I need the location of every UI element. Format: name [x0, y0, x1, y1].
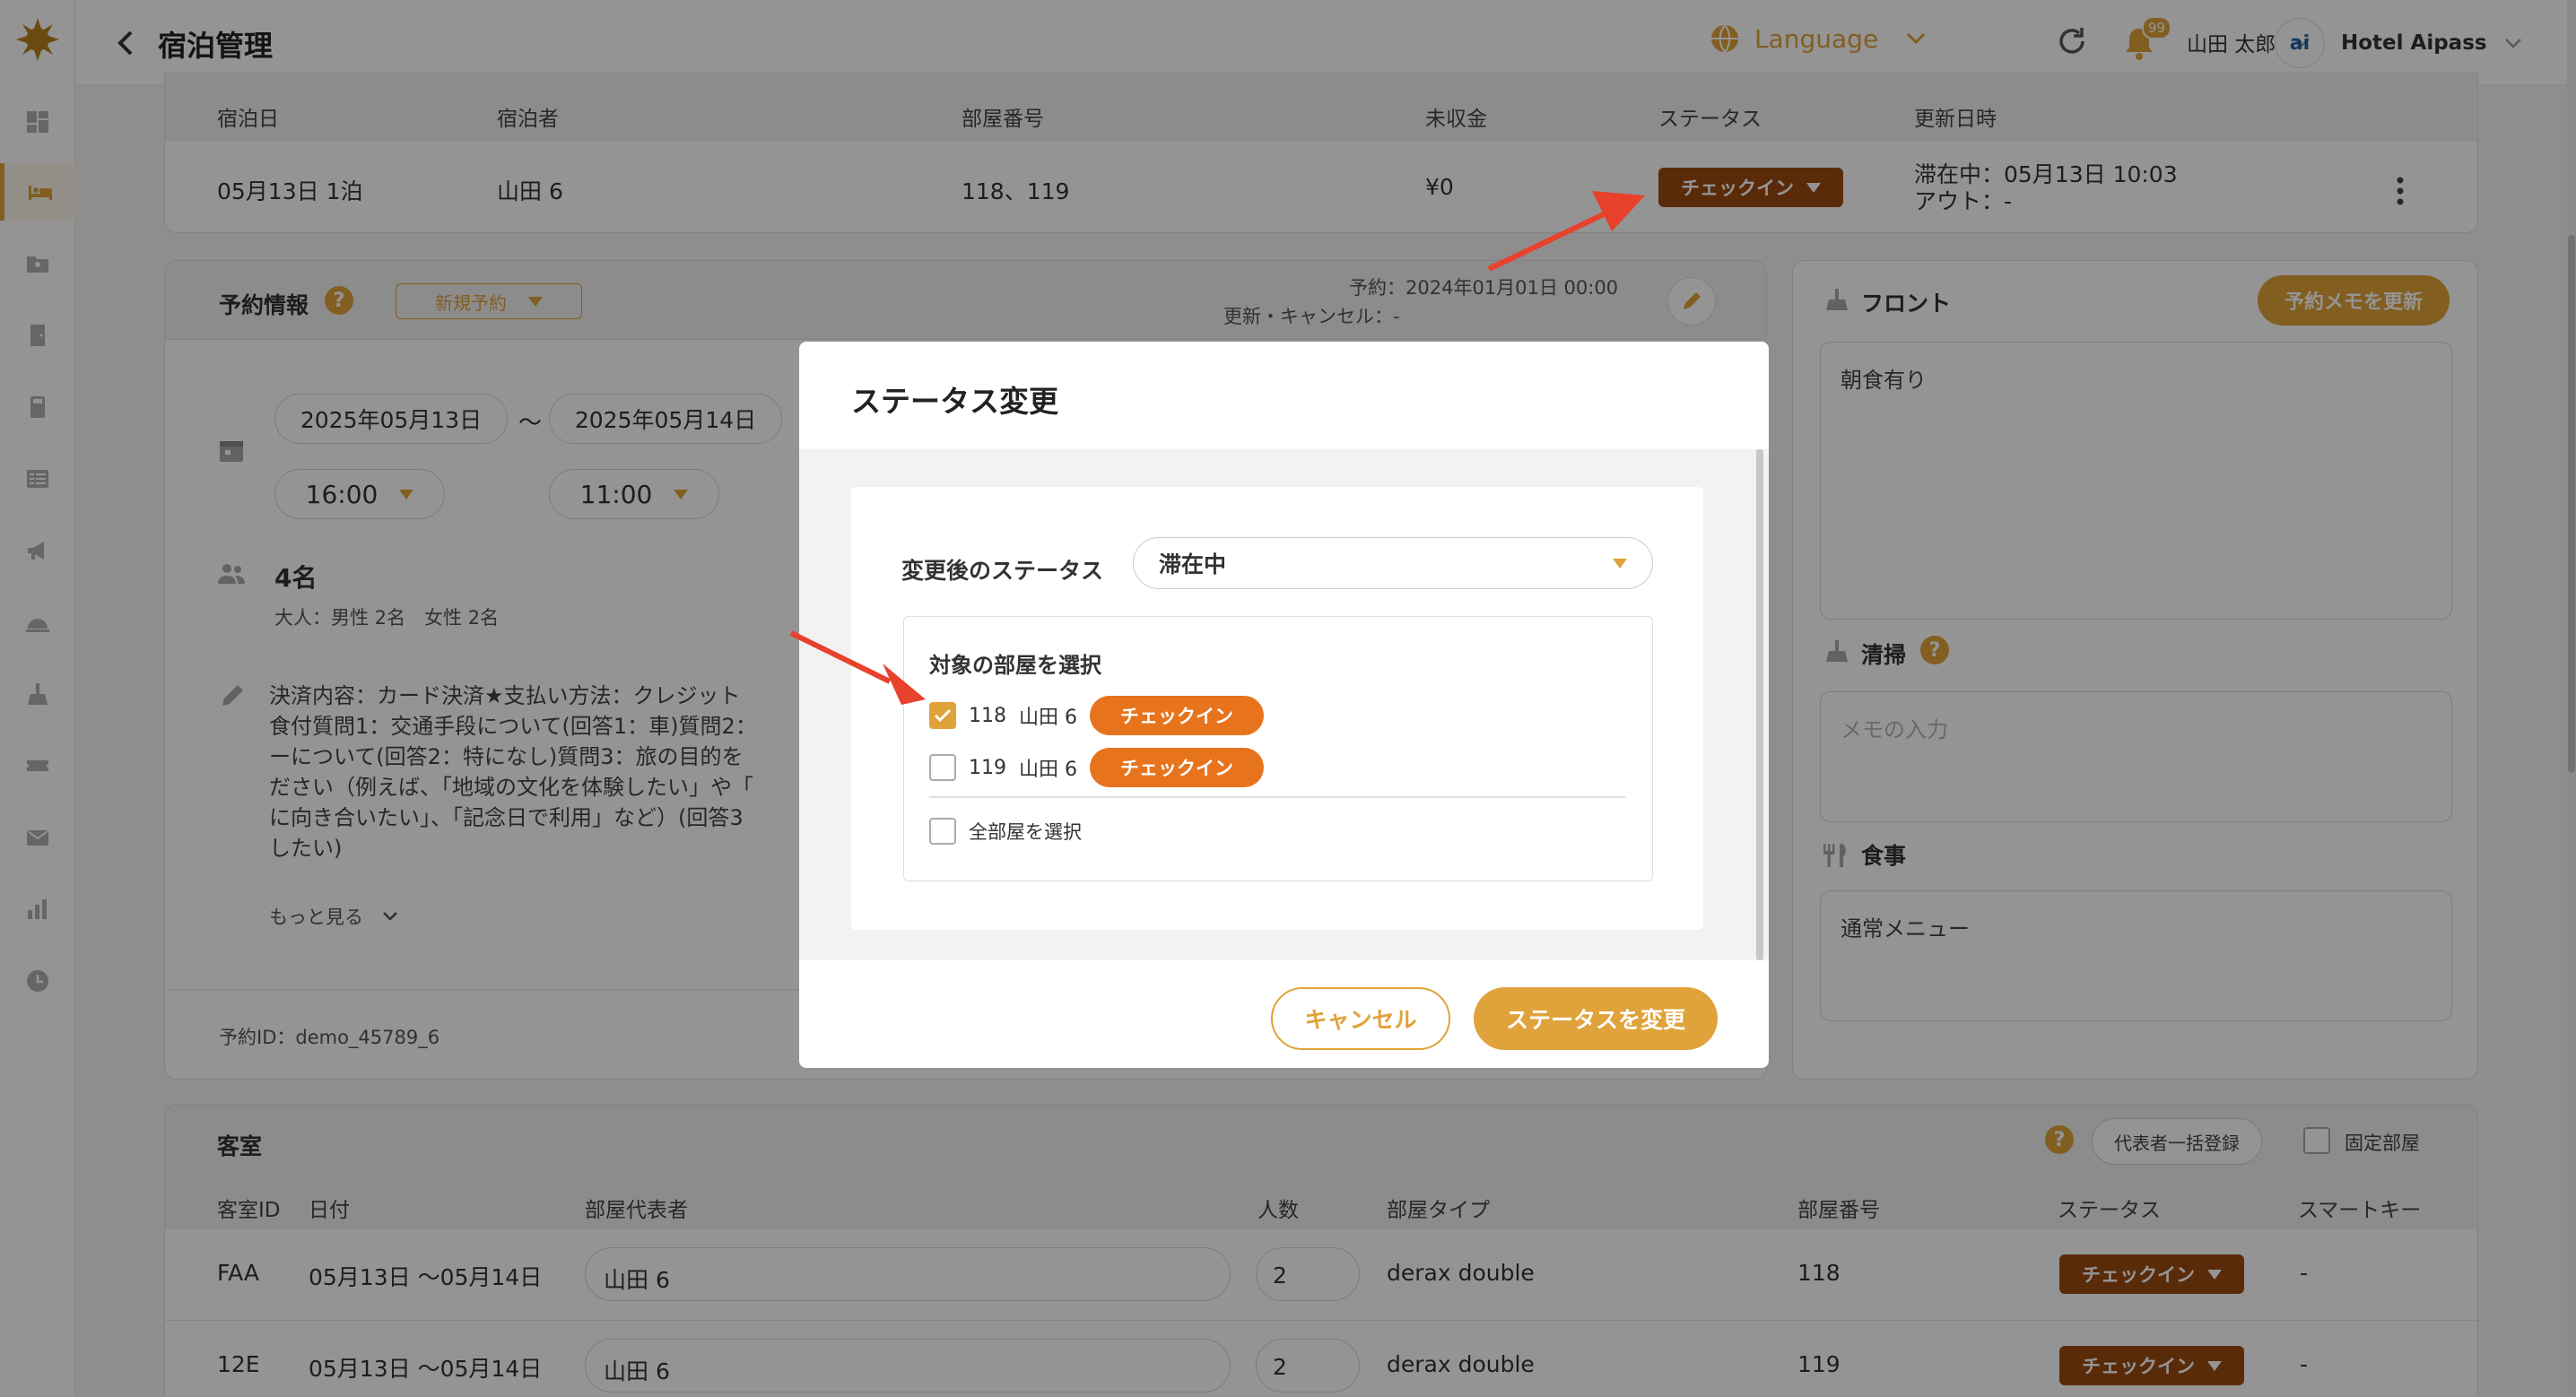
divider [929, 796, 1625, 798]
check-icon [934, 708, 952, 723]
modal-scrollbar[interactable] [1756, 449, 1763, 960]
room-number: 118 [969, 704, 1006, 727]
modal-body: 変更後のステータス 滞在中 対象の部屋を選択 118 山田 6 チェックイン 1… [799, 449, 1769, 960]
room-select-box: 対象の部屋を選択 118 山田 6 チェックイン 119 山田 6 チェックイン… [903, 616, 1653, 881]
modal-content-card: 変更後のステータス 滞在中 対象の部屋を選択 118 山田 6 チェックイン 1… [851, 487, 1703, 930]
change-status-button[interactable]: ステータスを変更 [1474, 987, 1718, 1050]
status-select[interactable]: 滞在中 [1133, 537, 1653, 589]
status-select-value: 滞在中 [1159, 551, 1227, 577]
room-number: 119 [969, 756, 1006, 779]
room-checkbox-checked[interactable] [929, 702, 956, 729]
modal-scrollbar-thumb[interactable] [1756, 449, 1763, 960]
room-checkbox[interactable] [929, 754, 956, 781]
room-status-badge: チェックイン [1090, 696, 1264, 735]
status-label: 変更後のステータス [901, 558, 1104, 584]
select-all-option[interactable]: 全部屋を選択 [929, 818, 1082, 845]
select-all-checkbox[interactable] [929, 818, 956, 845]
modal-title: ステータス変更 [851, 384, 1058, 419]
cancel-button[interactable]: キャンセル [1271, 987, 1450, 1050]
room-option-119[interactable]: 119 山田 6 チェックイン [929, 748, 1264, 787]
room-option-118[interactable]: 118 山田 6 チェックイン [929, 696, 1264, 735]
status-change-modal: ステータス変更 変更後のステータス 滞在中 対象の部屋を選択 118 山田 6 … [799, 342, 1769, 1068]
select-all-label: 全部屋を選択 [969, 821, 1082, 843]
room-guest: 山田 6 [1019, 759, 1077, 781]
room-status-badge: チェックイン [1090, 748, 1264, 787]
room-guest: 山田 6 [1019, 707, 1077, 729]
room-select-title: 対象の部屋を選択 [929, 653, 1101, 678]
caret-down-icon [1613, 558, 1627, 568]
